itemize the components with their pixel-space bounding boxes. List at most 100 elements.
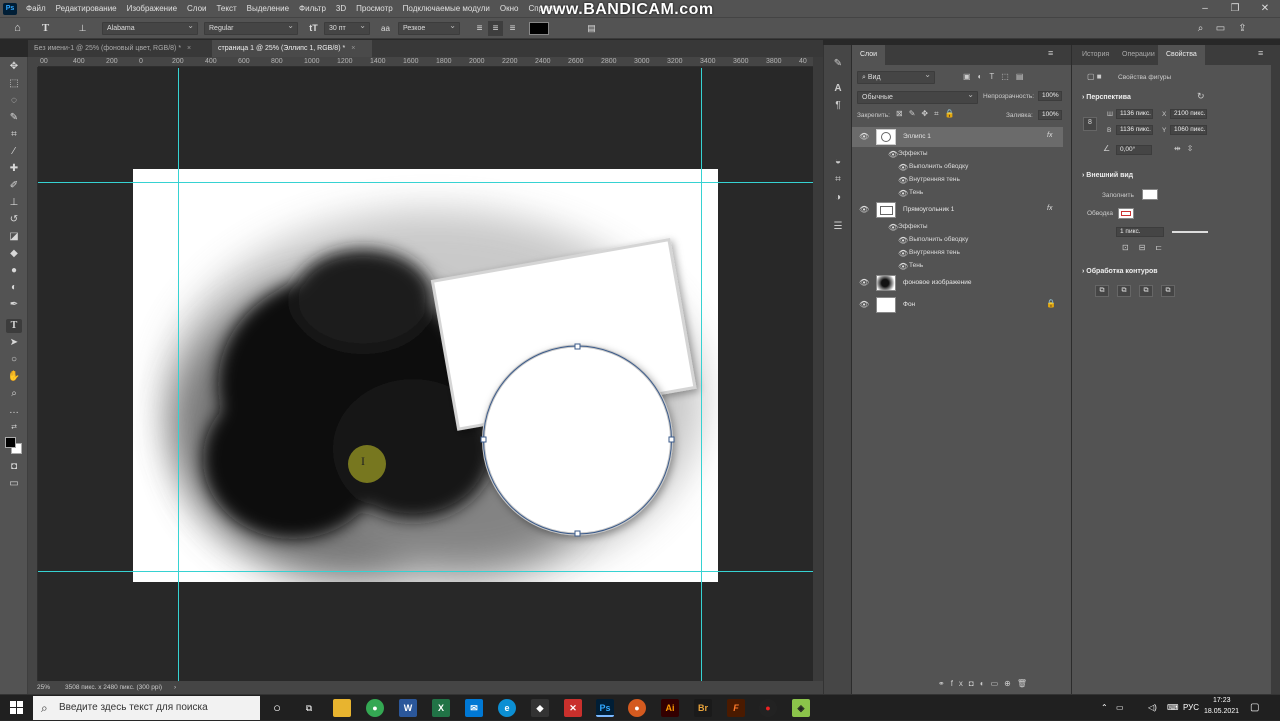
app-x-icon[interactable]: ✕ xyxy=(564,699,582,717)
fill-field[interactable]: 100% xyxy=(1038,110,1062,120)
effect-stroke[interactable]: Выполнить обводку xyxy=(909,236,968,243)
menu-image[interactable]: Изображение xyxy=(122,4,182,13)
path-ops-section-title[interactable]: › Обработка контуров xyxy=(1082,268,1158,275)
excel-icon[interactable]: X xyxy=(432,699,450,717)
tab-untitled-1[interactable]: Без имени-1 @ 25% (фоновый цвет, RGB/8) … xyxy=(28,40,210,57)
chrome-icon[interactable]: ● xyxy=(366,699,384,717)
volume-icon[interactable]: ◁) xyxy=(1148,695,1157,721)
layer-name[interactable]: фоновое изображение xyxy=(903,279,972,286)
path-combine-icon[interactable]: ⧉ xyxy=(1095,285,1109,297)
menu-layers[interactable]: Слои xyxy=(182,4,211,13)
healing-brush-icon[interactable]: ✚ xyxy=(6,162,22,176)
path-subtract-icon[interactable]: ⧉ xyxy=(1117,285,1131,297)
stamp-tool-icon[interactable]: ⊥ xyxy=(6,196,22,210)
stroke-width-field[interactable]: 1 пикс. xyxy=(1116,227,1164,237)
paint-bucket-icon[interactable]: ◆ xyxy=(6,247,22,261)
guide-horizontal[interactable] xyxy=(38,182,813,183)
fill-swatch[interactable] xyxy=(1142,189,1158,200)
history-brush-icon[interactable]: ↺ xyxy=(6,213,22,227)
clock-date[interactable]: 18.05.2021 xyxy=(1204,708,1239,715)
effect-drop-shadow[interactable]: Тень xyxy=(909,262,923,269)
effect-drop-shadow[interactable]: Тень xyxy=(909,189,923,196)
eyedropper-icon[interactable]: ⁄ xyxy=(6,145,22,159)
tab-layers[interactable]: Слои xyxy=(852,45,886,65)
app-orange-icon[interactable]: ● xyxy=(628,699,646,717)
language-indicator[interactable]: РУС xyxy=(1183,695,1199,721)
layer-row-rectangle[interactable]: 👁 Прямоугольник 1 fx xyxy=(852,200,1063,220)
app-f-icon[interactable]: F xyxy=(727,699,745,717)
opacity-field[interactable]: 100% xyxy=(1038,91,1062,101)
home-icon[interactable]: ⌂ xyxy=(10,21,25,36)
stroke-style-select[interactable] xyxy=(1172,231,1208,233)
bandicam-record-icon[interactable]: ● xyxy=(759,699,777,717)
layer-fx-icon[interactable]: fx xyxy=(1047,205,1052,212)
antialias-select[interactable]: Резкое xyxy=(398,22,460,35)
path-intersect-icon[interactable]: ⧉ xyxy=(1139,285,1153,297)
file-explorer-icon[interactable] xyxy=(333,699,351,717)
effect-eye-icon[interactable]: 👁 xyxy=(898,163,908,172)
visibility-eye-icon[interactable]: 👁 xyxy=(859,132,869,141)
tab-close-icon[interactable]: × xyxy=(187,45,191,52)
blend-mode-select[interactable]: Обычные xyxy=(857,91,978,104)
network-icon[interactable]: ▭ xyxy=(1116,695,1124,721)
layer-row-background-image[interactable]: 👁 фоновое изображение xyxy=(852,273,1063,293)
zoom-level[interactable]: 25% xyxy=(37,681,50,694)
eraser-tool-icon[interactable]: ◪ xyxy=(6,230,22,244)
layer-actions-icons[interactable]: ⚭fx◘◐▭⊕🗑 xyxy=(938,679,1058,688)
status-arrow-icon[interactable]: › xyxy=(174,681,176,694)
x-field[interactable]: 2100 пикс. xyxy=(1170,109,1207,119)
visibility-eye-icon[interactable]: 👁 xyxy=(859,278,869,287)
effect-stroke[interactable]: Выполнить обводку xyxy=(909,163,968,170)
layer-name[interactable]: Прямоугольник 1 xyxy=(903,206,954,213)
screen-mode-icon[interactable]: ▭ xyxy=(6,477,22,491)
minimize-icon[interactable]: – xyxy=(1190,0,1220,17)
windows-start-icon[interactable] xyxy=(10,701,23,714)
share-icon[interactable]: ⇪ xyxy=(1235,21,1250,36)
menu-file[interactable]: Файл xyxy=(21,4,51,13)
menu-window[interactable]: Окно xyxy=(495,4,524,13)
type-tool-icon[interactable]: T xyxy=(38,21,53,36)
width-field[interactable]: 1136 пикс. xyxy=(1116,109,1153,119)
close-icon[interactable]: ✕ xyxy=(1250,0,1280,17)
tab-history[interactable]: История xyxy=(1074,45,1117,65)
transform-section-title[interactable]: › Перспектива xyxy=(1082,94,1131,101)
panel-menu-icon[interactable]: ≡ xyxy=(1048,48,1053,58)
foreground-color-swatch[interactable] xyxy=(5,437,16,448)
layer-filter-select[interactable]: ⌕ Вид xyxy=(857,71,935,84)
notifications-icon[interactable]: ▢ xyxy=(1250,695,1259,721)
mail-icon[interactable]: ✉ xyxy=(465,699,483,717)
blur-tool-icon[interactable]: ● xyxy=(6,264,22,278)
tab-properties[interactable]: Свойства xyxy=(1158,45,1205,65)
font-family-select[interactable]: Alabama xyxy=(102,22,198,35)
keyboard-icon[interactable]: ⌨ xyxy=(1167,695,1179,721)
tray-chevron-icon[interactable]: ⌃ xyxy=(1101,695,1108,721)
transform-icon[interactable]: ⌗ xyxy=(831,173,845,187)
search-icon[interactable]: ⌕ xyxy=(1193,21,1208,36)
word-icon[interactable]: W xyxy=(399,699,417,717)
canvas-scrollbar[interactable] xyxy=(813,57,823,681)
effects-eye-icon[interactable]: 👁 xyxy=(888,223,898,232)
tab-close-icon[interactable]: × xyxy=(351,45,355,52)
font-size-select[interactable]: 30 пт xyxy=(324,22,370,35)
type-tool-icon[interactable]: T xyxy=(6,319,22,333)
visibility-eye-icon[interactable]: 👁 xyxy=(859,205,869,214)
menu-edit[interactable]: Редактирование xyxy=(51,4,122,13)
document-canvas[interactable] xyxy=(133,169,718,582)
zoom-tool-icon[interactable]: ⌕ xyxy=(6,387,22,401)
text-color-swatch[interactable] xyxy=(529,22,549,35)
flip-icons[interactable]: ⇹⇳ xyxy=(1174,144,1199,153)
photoshop-taskbar-icon[interactable]: Ps xyxy=(596,699,614,717)
menu-text[interactable]: Текст xyxy=(211,4,241,13)
align-right-icon[interactable]: ≡ xyxy=(505,21,520,36)
brush-settings-icon[interactable]: ✎ xyxy=(831,57,845,71)
clock-time[interactable]: 17:23 xyxy=(1213,697,1231,704)
layer-row-background[interactable]: 👁 Фон 🔒 xyxy=(852,295,1063,315)
guide-vertical[interactable] xyxy=(701,68,702,681)
ellipse-tool-icon[interactable]: ○ xyxy=(6,353,22,367)
menu-filter[interactable]: Фильтр xyxy=(294,4,331,13)
align-center-icon[interactable]: ≡ xyxy=(488,21,503,36)
workspace-icon[interactable]: ▭ xyxy=(1213,21,1228,36)
edge-icon[interactable]: e xyxy=(498,699,516,717)
photoshop-logo-icon[interactable]: Ps xyxy=(3,2,17,15)
hand-tool-icon[interactable]: ✋ xyxy=(6,370,22,384)
